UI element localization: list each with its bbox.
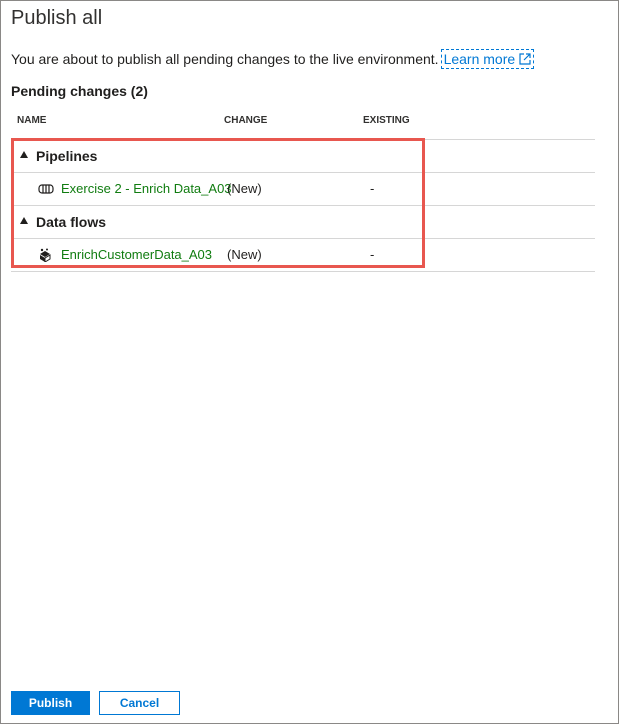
group-row-pipelines[interactable]: Pipelines [11, 139, 595, 172]
learn-more-label: Learn more [443, 51, 516, 67]
dialog-title: Publish all [11, 7, 103, 29]
item-change: (New) [227, 247, 262, 262]
column-existing[interactable]: EXISTING [363, 115, 410, 126]
cancel-button[interactable]: Cancel [99, 691, 180, 715]
group-label: Pipelines [36, 148, 98, 164]
item-existing: - [370, 247, 375, 262]
item-change: (New) [227, 181, 262, 196]
external-link-icon [519, 53, 531, 65]
column-name[interactable]: NAME [17, 115, 46, 126]
pipeline-icon [38, 184, 54, 194]
table-row: EnrichCustomerData_A03 (New) - [11, 238, 595, 272]
description-line: You are about to publish all pending cha… [11, 49, 535, 69]
publish-button[interactable]: Publish [11, 691, 90, 715]
collapse-caret-icon[interactable] [20, 151, 28, 158]
item-name-link[interactable]: EnrichCustomerData_A03 [61, 247, 212, 262]
learn-more-link[interactable]: Learn more [440, 49, 535, 69]
description-text: You are about to publish all pending cha… [11, 51, 439, 67]
table-row: Exercise 2 - Enrich Data_A03 (New) - [11, 172, 595, 205]
dataflow-icon [40, 248, 51, 262]
pending-changes-table: Pipelines Exercise 2 - Enrich Data_A03 (… [11, 139, 595, 272]
item-existing: - [370, 181, 375, 196]
column-change[interactable]: CHANGE [224, 115, 267, 126]
pending-changes-title: Pending changes (2) [11, 83, 148, 99]
dialog-footer: Publish Cancel [11, 691, 180, 715]
group-label: Data flows [36, 214, 107, 230]
group-row-data-flows[interactable]: Data flows [11, 205, 595, 238]
collapse-caret-icon[interactable] [20, 217, 28, 224]
item-name-link[interactable]: Exercise 2 - Enrich Data_A03 [61, 181, 232, 196]
